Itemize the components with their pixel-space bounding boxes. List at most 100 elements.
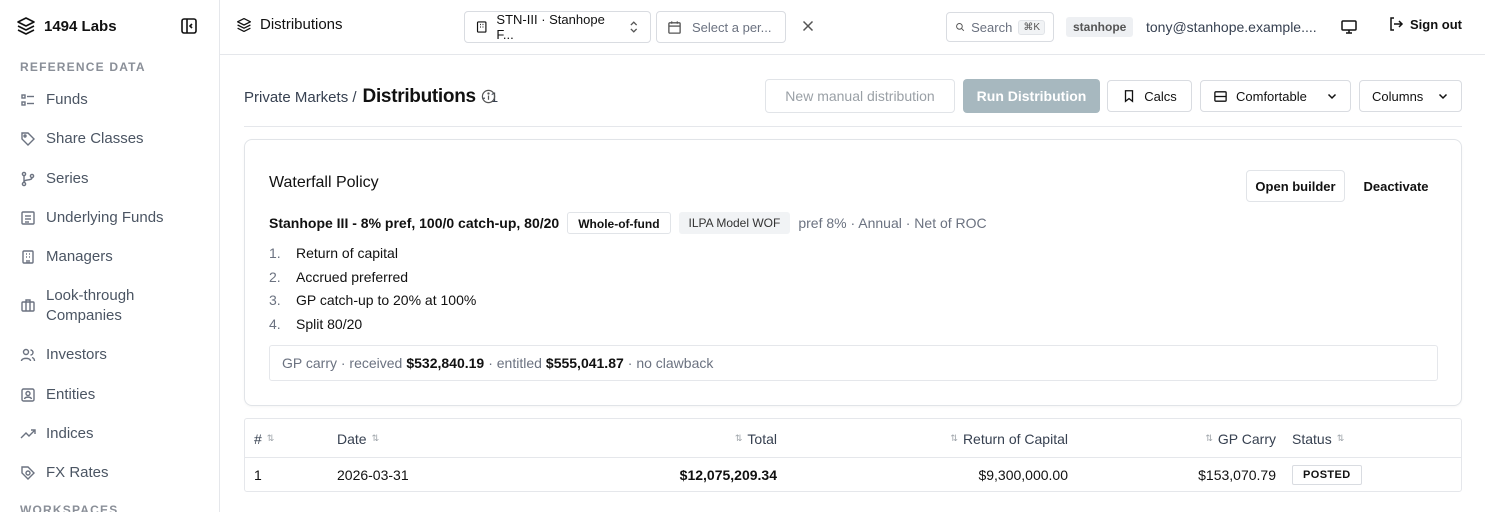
sidebar-item-indices[interactable]: Indices [20,424,176,444]
table-header: # ⇅ Date ⇅ ⇅ Total ⇅ Return of Capital ⇅… [245,419,1461,458]
sidebar-item-managers[interactable]: Managers [20,247,176,267]
step-label: GP catch-up to 20% at 100% [296,292,477,309]
sidebar-item-look-through-companies[interactable]: Look-through Companies [20,286,176,326]
new-manual-distribution-button[interactable]: New manual distribution [765,79,955,113]
density-select[interactable]: Comfortable [1200,80,1351,112]
column-label: Return of Capital [962,430,1068,447]
sort-icon: ⇅ [1205,433,1213,443]
sign-out-button[interactable]: Sign out [1388,16,1462,32]
sidebar-item-label: Share Classes [46,130,144,147]
fund-icon [21,211,35,225]
column-label: Total [747,430,777,447]
building-icon [476,21,487,33]
distributions-table: # ⇅ Date ⇅ ⇅ Total ⇅ Return of Capital ⇅… [244,418,1462,492]
fund-select[interactable]: STN-III · Stanhope F... [464,11,651,43]
column-header-number[interactable]: # ⇅ [254,419,274,458]
policy-meta: pref 8% · Annual · Net of ROC [798,215,987,231]
chevron-up-down-icon [630,21,638,33]
column-header-status[interactable]: Status ⇅ [1292,419,1344,458]
sort-icon: ⇅ [371,433,380,443]
carry-entitled: $555,041.87 [545,355,624,371]
step-number: 4. [269,315,281,332]
sidebar-item-funds[interactable]: Funds [20,90,176,110]
sidebar-item-entities[interactable]: Entities [20,385,176,405]
step-number: 1. [269,244,281,261]
sidebar-item-label: Underlying Funds [46,209,164,226]
branch-icon [21,171,35,187]
layers-icon [236,17,252,32]
header-divider [244,126,1462,127]
step-number: 3. [269,292,281,309]
policy-summary: Stanhope III - 8% pref, 100/0 catch-up, … [269,212,987,234]
cell-gp-carry: $153,070.79 [1198,467,1276,483]
list-item: 2. Accrued preferred [269,265,476,289]
column-header-return-of-capital[interactable]: ⇅ Return of Capital [950,419,1068,458]
briefcase-icon [21,299,35,312]
layers-icon [17,17,35,35]
search-shortcut: ⌘K [1018,19,1045,35]
info-icon[interactable] [481,89,496,104]
sign-out-label: Sign out [1410,16,1462,32]
calcs-button[interactable]: Calcs [1107,80,1192,112]
deactivate-button[interactable]: Deactivate [1353,170,1439,202]
breadcrumb: Private Markets / Distributions · 1 [244,86,498,108]
card-title: Waterfall Policy [269,174,379,191]
list-item: 4. Split 80/20 [269,312,476,336]
topbar-title-text: Distributions [260,16,343,33]
scope-tag: Whole-of-fund [567,212,671,234]
waterfall-policy-card: Waterfall Policy Open builder Deactivate… [244,139,1462,406]
trending-icon [20,429,36,439]
carry-prefix: GP carry · received [282,355,403,371]
badge-icon [21,388,35,402]
columns-select[interactable]: Columns [1359,80,1462,112]
monitor-icon[interactable] [1340,18,1358,36]
chevron-down-icon [1438,93,1448,100]
top-bar: Distributions STN-III · Stanhope F... Se… [220,0,1485,55]
sidebar-item-share-classes[interactable]: Share Classes [20,129,176,149]
search-button[interactable]: Search ⌘K [946,12,1054,42]
period-select[interactable]: Select a per... [656,11,786,43]
step-label: Accrued preferred [296,268,409,285]
list-icon [21,94,34,106]
sidebar-item-fx-rates[interactable]: FX Rates [20,463,176,483]
carry-suffix: · no clawback [627,355,714,371]
sign-out-icon [1390,17,1404,31]
policy-name: Stanhope III - 8% pref, 100/0 catch-up, … [269,215,560,231]
sidebar-item-series[interactable]: Series [20,169,176,189]
sidebar-item-label: FX Rates [46,464,109,481]
search-label: Search [971,19,1013,35]
sidebar-item-label: Indices [46,425,94,442]
list-item: 1. Return of capital [269,241,476,265]
page-title: Distributions [362,86,477,107]
sidebar-collapse-icon[interactable] [180,17,198,35]
carry-received: $532,840.19 [406,355,485,371]
density-label: Comfortable [1236,88,1307,104]
column-header-gp-carry[interactable]: ⇅ GP Carry [1205,419,1276,458]
brand[interactable]: 1494 Labs [16,14,117,38]
sidebar-item-label: Investors [46,346,107,363]
column-header-total[interactable]: ⇅ Total [735,419,777,458]
close-icon[interactable] [800,18,816,34]
run-distribution-button[interactable]: Run Distribution [963,79,1100,113]
sidebar-item-label: Funds [46,91,88,108]
calendar-icon [668,20,681,34]
columns-label: Columns [1372,88,1424,104]
step-number: 2. [269,268,281,285]
sort-icon: ⇅ [1336,433,1345,443]
user-email[interactable]: tony@stanhope.example.... [1146,17,1324,37]
open-builder-button[interactable]: Open builder [1246,170,1345,202]
sidebar-item-underlying-funds[interactable]: Underlying Funds [20,208,176,228]
column-label: GP Carry [1217,430,1276,447]
carry-mid: · entitled [488,355,542,371]
brand-name: 1494 Labs [44,17,117,35]
column-header-date[interactable]: Date ⇅ [337,419,379,458]
currency-icon [21,466,35,480]
cell-number: 1 [254,467,262,483]
column-label: Date [337,430,367,447]
tag-icon [21,132,35,146]
sidebar-item-investors[interactable]: Investors [20,345,176,365]
status-badge: POSTED [1292,465,1362,485]
sort-icon: ⇅ [266,433,275,443]
sidebar-item-label: Look-through Companies [46,287,135,324]
breadcrumb-parent[interactable]: Private Markets / [244,89,357,106]
